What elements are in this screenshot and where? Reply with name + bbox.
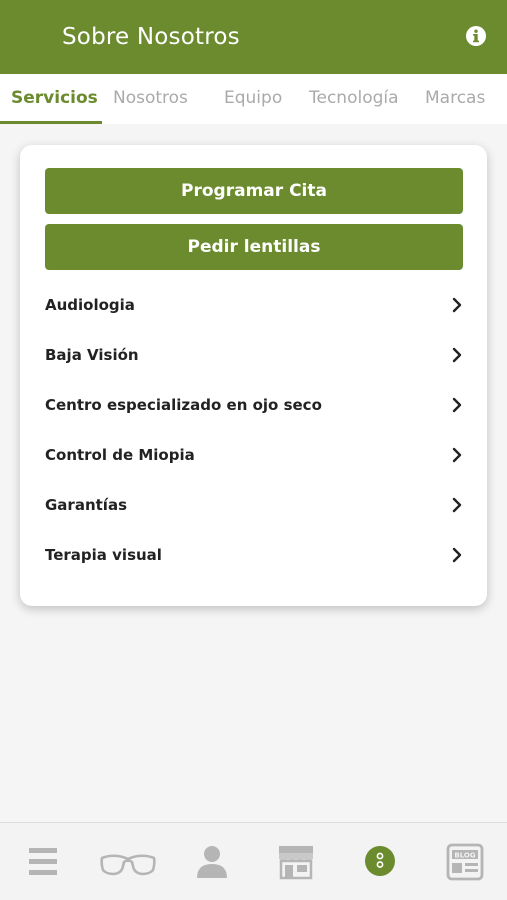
chevron-right-icon [452,547,462,563]
order-lenses-button[interactable]: Pedir lentillas [45,224,463,270]
chevron-right-icon [452,397,462,413]
services-card: Programar Cita Pedir lentillas Audiologi… [20,145,487,606]
service-item-garantias[interactable]: Garantías [45,485,465,525]
chevron-right-icon [452,447,462,463]
service-item-label: Terapia visual [45,546,162,564]
tab-nosotros[interactable]: Nosotros [113,74,188,124]
service-item-baja-vision[interactable]: Baja Visión [45,335,465,375]
tab-equipo[interactable]: Equipo [224,74,282,124]
tab-tecnologia[interactable]: Tecnología [309,74,399,124]
menu-icon[interactable] [23,842,63,882]
blog-icon[interactable]: BLOG [445,842,485,882]
glasses-icon[interactable] [100,842,156,882]
service-item-label: Centro especializado en ojo seco [45,396,322,414]
service-item-label: Baja Visión [45,346,139,364]
user-icon[interactable] [192,842,232,882]
service-item-control-miopia[interactable]: Control de Miopia [45,435,465,475]
chevron-right-icon [452,297,462,313]
service-item-terapia-visual[interactable]: Terapia visual [45,535,465,575]
svg-text:BLOG: BLOG [454,852,475,860]
info-icon[interactable] [465,25,487,47]
active-tab-indicator [0,121,102,124]
service-item-label: Garantías [45,496,127,514]
bottom-navigation: BLOG [0,822,507,900]
schedule-appointment-button[interactable]: Programar Cita [45,168,463,214]
chevron-right-icon [452,347,462,363]
tab-bar: Servicios Nosotros Equipo Tecnología Mar… [0,74,507,124]
app-header: Sobre Nosotros [0,0,507,74]
service-item-audiologia[interactable]: Audiologia [45,285,465,325]
service-item-label: Control de Miopia [45,446,195,464]
about-icon[interactable] [360,842,400,882]
tab-servicios[interactable]: Servicios [11,74,98,124]
tab-marcas[interactable]: Marcas [425,74,485,124]
service-item-ojo-seco[interactable]: Centro especializado en ojo seco [45,385,465,425]
page-title: Sobre Nosotros [62,24,240,50]
service-item-label: Audiologia [45,296,135,314]
chevron-right-icon [452,497,462,513]
store-icon[interactable] [276,842,316,882]
